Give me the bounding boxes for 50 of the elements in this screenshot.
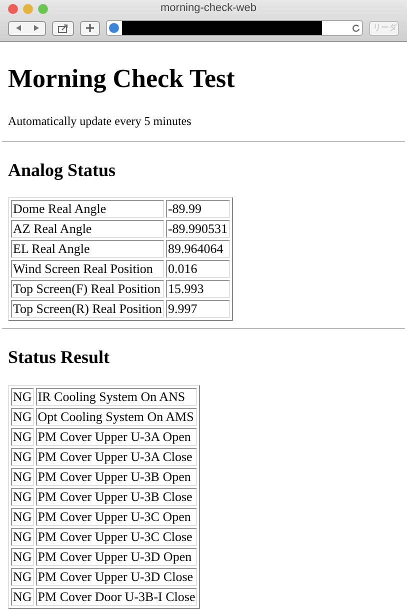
table-cell: PM Cover Upper U-3A Close	[36, 448, 198, 466]
table-cell: 15.993	[166, 280, 230, 298]
table-cell: Top Screen(F) Real Position	[11, 280, 164, 298]
table-cell: NG	[11, 428, 34, 446]
table-cell: NG	[11, 488, 34, 506]
table-cell: NG	[11, 508, 34, 526]
table-cell: PM Cover Upper U-3B Close	[36, 488, 198, 506]
table-cell: NG	[11, 468, 34, 486]
table-cell: -89.990531	[166, 220, 230, 238]
reload-icon	[352, 24, 360, 32]
table-cell: Top Screen(R) Real Position	[11, 300, 164, 318]
table-cell: PM Cover Upper U-3C Close	[36, 528, 198, 546]
table-cell: Wind Screen Real Position	[11, 260, 164, 278]
back-icon	[16, 25, 20, 31]
table-cell: NG	[11, 448, 34, 466]
plus-icon	[86, 24, 94, 32]
address-field[interactable]	[106, 20, 363, 36]
table-cell: PM Cover Upper U-3D Close	[36, 568, 198, 586]
new-tab-button[interactable]	[80, 20, 100, 36]
table-cell: -89.99	[166, 200, 230, 218]
table-cell: IR Cooling System On ANS	[36, 388, 198, 406]
table-cell: PM Cover Upper U-3D Open	[36, 548, 198, 566]
table-cell: 9.997	[166, 300, 230, 318]
section-heading: Status Result	[8, 347, 111, 367]
table-cell: PM Cover Upper U-3A Open	[36, 428, 198, 446]
table-cell: NG	[11, 388, 34, 406]
table-cell: NG	[11, 548, 34, 566]
table-cell: PM Cover Upper U-3C Open	[36, 508, 198, 526]
update-note: Automatically update every 5 minutes	[8, 113, 192, 130]
table-cell: PM Cover Upper U-3B Open	[36, 468, 198, 486]
table-cell: NG	[11, 568, 34, 586]
globe-icon	[109, 23, 119, 33]
table-cell: AZ Real Angle	[11, 220, 164, 238]
table-cell: PM Cover Door U-3B-I Close	[36, 588, 198, 606]
back-forward-buttons[interactable]	[8, 20, 46, 36]
table-cell: 0.016	[166, 260, 230, 278]
table-cell: NG	[11, 408, 34, 426]
share-icon	[58, 24, 68, 32]
window-title: morning-check-web	[160, 1, 258, 16]
table-cell: NG	[11, 588, 34, 606]
section-heading: Analog Status	[8, 160, 117, 180]
table-cell: EL Real Angle	[11, 240, 164, 258]
table-cell: Opt Cooling System On AMS	[36, 408, 198, 426]
table-cell: NG	[11, 528, 34, 546]
table-cell: Dome Real Angle	[11, 200, 164, 218]
table-cell: 89.964064	[166, 240, 230, 258]
forward-icon	[34, 25, 38, 31]
page-heading: Morning Check Test	[8, 64, 236, 94]
close-button[interactable]	[8, 4, 18, 14]
share-button[interactable]	[52, 20, 74, 36]
